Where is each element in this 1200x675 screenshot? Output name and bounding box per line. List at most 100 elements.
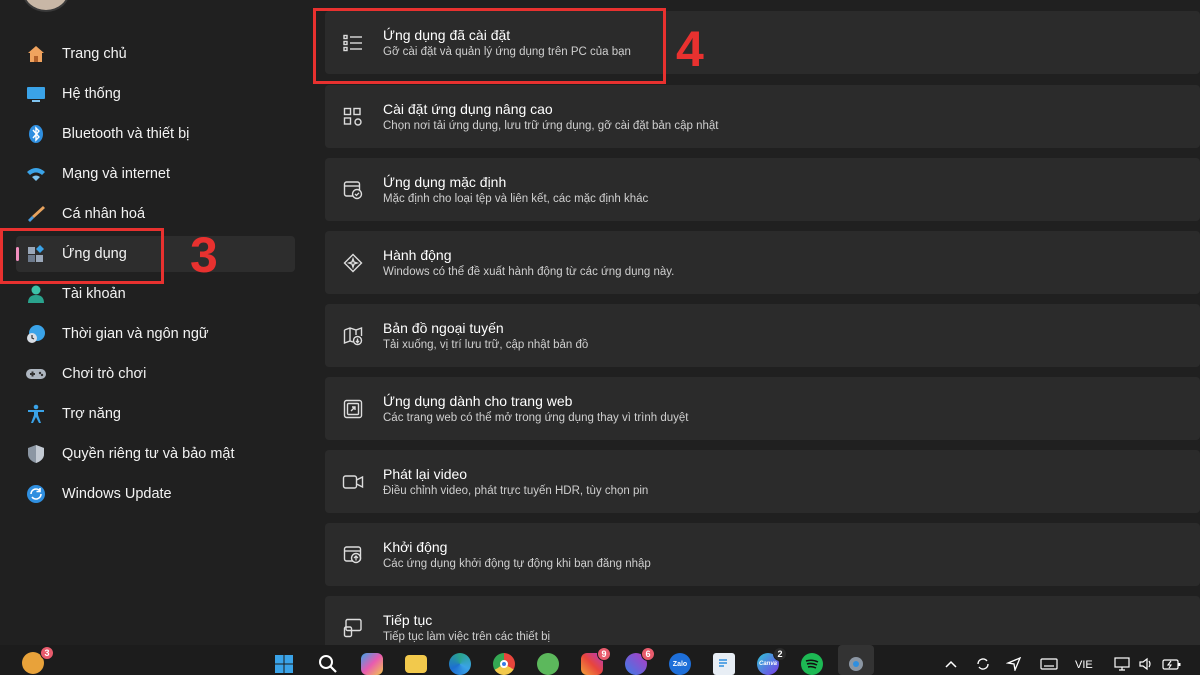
card-subtitle: Điều chỉnh video, phát trực tuyến HDR, t…: [383, 485, 649, 497]
bluetooth-icon: [25, 123, 47, 145]
wifi-icon: [25, 163, 47, 185]
sidebar-item-network[interactable]: Mạng và internet: [16, 156, 295, 192]
sidebar-item-label: Mạng và internet: [62, 166, 171, 182]
language-indicator[interactable]: VIE: [1075, 659, 1093, 671]
canva-label: Canva: [758, 661, 777, 667]
card-title: Cài đặt ứng dụng nâng cao: [383, 101, 553, 117]
card-subtitle: Các ứng dụng khởi động tự động khi bạn đ…: [383, 558, 651, 570]
messenger-icon[interactable]: 6: [625, 647, 655, 675]
edge-browser-icon[interactable]: [449, 653, 471, 675]
sidebar-item-privacy[interactable]: Quyền riêng tư và bảo mật: [16, 436, 295, 472]
copilot-icon[interactable]: [361, 653, 383, 675]
gamepad-icon: [25, 363, 47, 385]
notification-badge: 9: [597, 647, 611, 661]
avatar[interactable]: [22, 0, 70, 12]
card-title: Khởi động: [383, 539, 448, 555]
sidebar-item-label: Chơi trò chơi: [62, 366, 147, 382]
card-offline-maps[interactable]: Bản đồ ngoại tuyến Tải xuống, vị trí lưu…: [325, 304, 1200, 367]
card-subtitle: Windows có thể đề xuất hành động từ các …: [383, 266, 675, 278]
sidebar-item-bluetooth[interactable]: Bluetooth và thiết bị: [16, 116, 295, 152]
apps-for-websites-icon: [342, 398, 364, 420]
home-icon: [25, 43, 47, 65]
main-content: Ứng dụng đã cài đặt Gỡ cài đặt và quản l…: [325, 0, 1200, 645]
account-icon: [25, 283, 47, 305]
card-subtitle: Tiếp tục làm việc trên các thiết bị: [383, 631, 551, 643]
update-icon: [25, 483, 47, 505]
notepad-icon[interactable]: [713, 653, 735, 675]
sync-icon[interactable]: [975, 657, 991, 671]
card-default-apps[interactable]: Ứng dụng mặc định Mặc định cho loại tệp …: [325, 158, 1200, 221]
card-subtitle: Mặc định cho loại tệp và liên kết, các m…: [383, 193, 649, 205]
card-advanced-app-settings[interactable]: Cài đặt ứng dụng nâng cao Chọn nơi tải ứ…: [325, 85, 1200, 148]
windows-start-icon[interactable]: [273, 653, 295, 675]
monitor-icon: [25, 83, 47, 105]
sidebar-item-gaming[interactable]: Chơi trò chơi: [16, 356, 295, 392]
canva-icon[interactable]: Canva 2: [757, 647, 787, 675]
chevron-up-icon[interactable]: [943, 657, 959, 671]
brush-icon: [25, 203, 47, 225]
sidebar-item-personalization[interactable]: Cá nhân hoá: [16, 196, 295, 232]
sidebar-item-label: Thời gian và ngôn ngữ: [62, 326, 209, 342]
zalo-label: Zalo: [672, 660, 688, 668]
card-actions[interactable]: Hành động Windows có thể đề xuất hành độ…: [325, 231, 1200, 294]
step-3-highlight-box: [0, 228, 164, 284]
sidebar-item-label: Bluetooth và thiết bị: [62, 126, 190, 142]
spotify-icon[interactable]: [801, 653, 823, 675]
globe-clock-icon: [25, 323, 47, 345]
sidebar-item-label: Trang chủ: [62, 46, 127, 62]
network-icon[interactable]: [1114, 657, 1130, 671]
notification-badge: 2: [773, 647, 787, 661]
startup-icon: [342, 544, 364, 566]
sidebar-item-label: Quyền riêng tư và bảo mật: [62, 446, 235, 462]
resume-icon: [342, 617, 364, 639]
sidebar-item-label: Cá nhân hoá: [62, 206, 146, 222]
card-title: Hành động: [383, 247, 452, 263]
shield-icon: [25, 443, 47, 465]
sidebar: Trang chủ Hệ thống Bluetooth và thiết bị…: [0, 0, 310, 645]
sidebar-item-accessibility[interactable]: Trợ năng: [16, 396, 295, 432]
sidebar-item-label: Windows Update: [62, 486, 172, 502]
card-resume[interactable]: Tiếp tục Tiếp tục làm việc trên các thiế…: [325, 596, 1200, 645]
notification-badge: 3: [40, 646, 54, 660]
card-subtitle: Các trang web có thể mở trong ứng dụng t…: [383, 412, 689, 424]
settings-gear-icon[interactable]: [845, 653, 867, 675]
card-title: Ứng dụng dành cho trang web: [383, 393, 573, 409]
cococ-browser-icon[interactable]: [537, 653, 559, 675]
card-title: Tiếp tục: [383, 612, 433, 628]
volume-icon[interactable]: [1138, 657, 1154, 671]
accessibility-icon: [25, 403, 47, 425]
card-subtitle: Chọn nơi tải ứng dụng, lưu trữ ứng dụng,…: [383, 120, 719, 132]
actions-icon: [342, 252, 364, 274]
sidebar-item-label: Trợ năng: [62, 406, 121, 422]
file-explorer-icon[interactable]: [405, 655, 427, 673]
notification-badge: 6: [641, 647, 655, 661]
battery-icon[interactable]: [1162, 657, 1181, 671]
sidebar-item-time-language[interactable]: Thời gian và ngôn ngữ: [16, 316, 295, 352]
card-video-playback[interactable]: Phát lại video Điều chỉnh video, phát tr…: [325, 450, 1200, 513]
zalo-icon[interactable]: Zalo: [669, 653, 691, 675]
default-apps-icon: [342, 179, 364, 201]
weather-widget-icon[interactable]: 3: [22, 646, 54, 674]
instagram-icon[interactable]: 9: [581, 647, 611, 675]
step-4-number: 4: [676, 21, 704, 77]
sidebar-item-label: Tài khoản: [62, 286, 126, 302]
card-apps-for-websites[interactable]: Ứng dụng dành cho trang web Các trang we…: [325, 377, 1200, 440]
card-startup[interactable]: Khởi động Các ứng dụng khởi động tự động…: [325, 523, 1200, 586]
location-arrow-icon[interactable]: [1005, 656, 1022, 673]
advanced-app-settings-icon: [342, 106, 364, 128]
chrome-browser-icon[interactable]: [493, 653, 515, 675]
step-3-number: 3: [190, 227, 218, 283]
card-title: Ứng dụng mặc định: [383, 174, 507, 190]
card-subtitle: Tải xuống, vị trí lưu trữ, cập nhật bản …: [383, 339, 589, 351]
sidebar-item-home[interactable]: Trang chủ: [16, 36, 295, 72]
offline-maps-icon: [342, 325, 364, 347]
search-icon[interactable]: [317, 653, 339, 675]
step-4-highlight-box: [313, 8, 666, 84]
card-title: Bản đồ ngoại tuyến: [383, 320, 504, 336]
sidebar-item-label: Hệ thống: [62, 86, 121, 102]
sidebar-item-system[interactable]: Hệ thống: [16, 76, 295, 112]
sidebar-item-windows-update[interactable]: Windows Update: [16, 476, 295, 512]
card-title: Phát lại video: [383, 466, 468, 482]
keyboard-icon[interactable]: [1040, 657, 1058, 671]
video-camera-icon: [342, 471, 364, 493]
